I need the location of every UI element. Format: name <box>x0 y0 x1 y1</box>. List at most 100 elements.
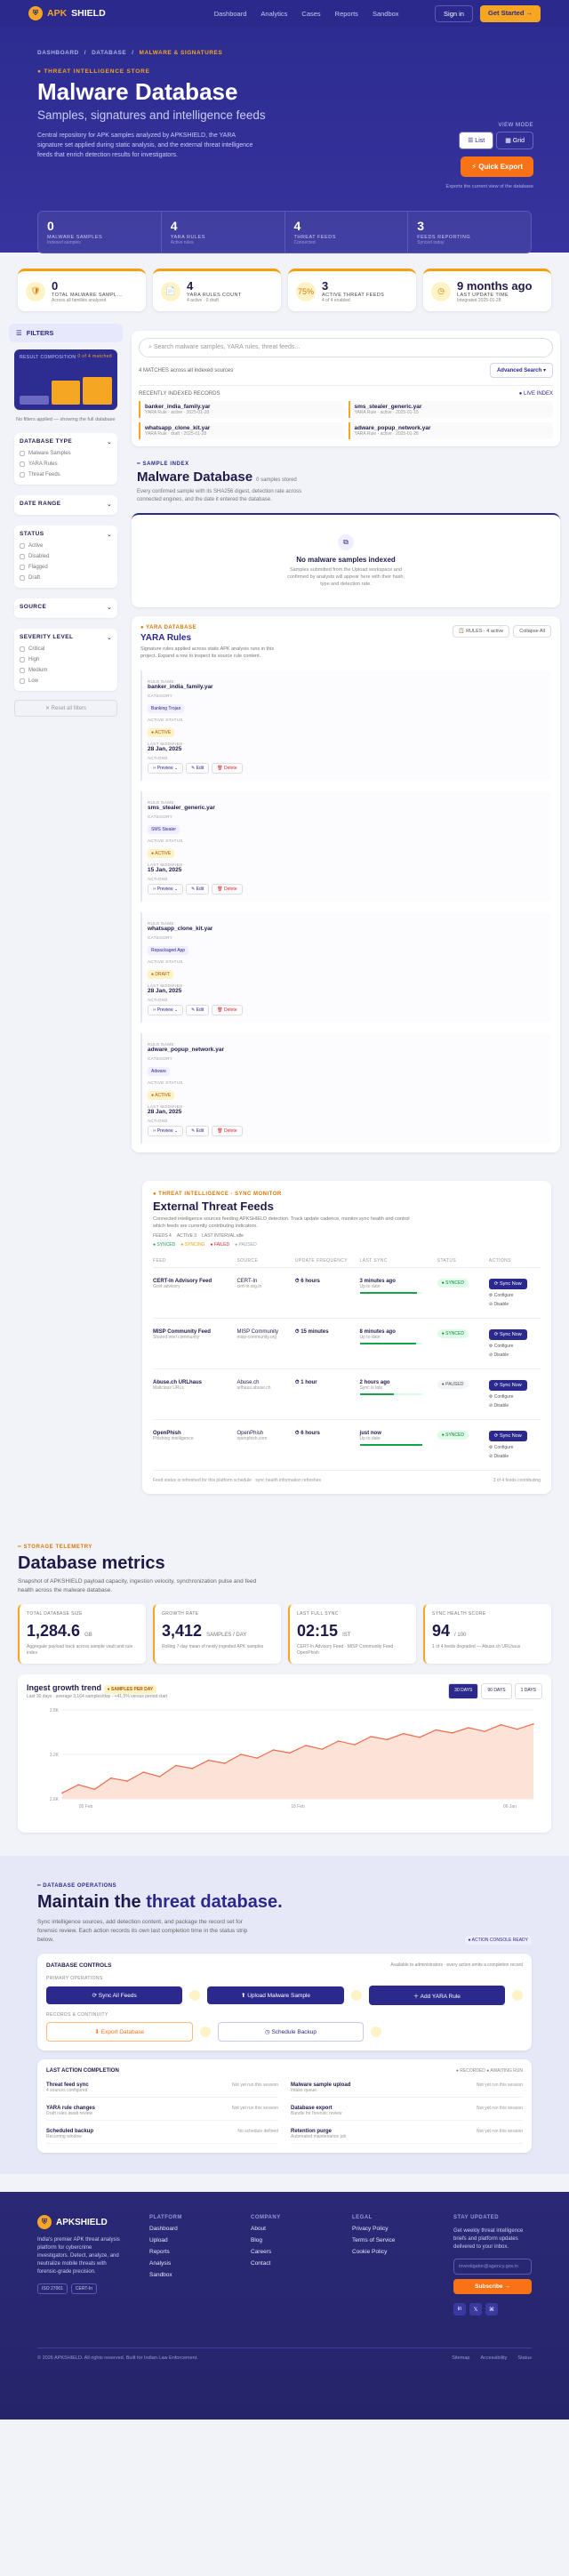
footer-link[interactable]: Blog <box>251 2237 325 2243</box>
brand-logo[interactable]: ⛨ APK SHIELD <box>28 6 106 20</box>
filter-option[interactable]: Draft <box>20 575 112 581</box>
filter-group-header[interactable]: SEVERITY LEVEL ⌄ <box>20 634 112 641</box>
sync-now-button[interactable]: ⟳ Sync Now <box>488 1380 527 1391</box>
checkbox[interactable] <box>20 461 25 467</box>
configure-button[interactable]: ⚙ Configure <box>489 1445 541 1450</box>
footer-link[interactable]: About <box>251 2226 325 2232</box>
filter-option[interactable]: Low <box>20 678 112 684</box>
nav-link[interactable]: Analytics <box>260 10 287 18</box>
range-tab[interactable]: 30 DAYS <box>448 1683 479 1699</box>
disable-button[interactable]: ⊘ Disable <box>489 1403 541 1408</box>
nav-link[interactable]: Sandbox <box>373 10 399 18</box>
quick-export-button[interactable]: ⚡ Quick Export <box>461 156 533 177</box>
subscribe-button[interactable]: Subscribe → <box>453 2279 532 2294</box>
recent-record[interactable]: adware_popup_network.yar YARA Rule · acti… <box>348 422 553 439</box>
configure-button[interactable]: ⚙ Configure <box>489 1394 541 1400</box>
checkbox[interactable] <box>20 451 25 456</box>
checkbox[interactable] <box>20 575 25 581</box>
configure-button[interactable]: ⚙ Configure <box>489 1344 541 1349</box>
footer-bottom-link[interactable]: Accessibility <box>480 2355 507 2361</box>
checkbox[interactable] <box>20 472 25 477</box>
filter-group-header[interactable]: SOURCE ⌄ <box>20 604 112 611</box>
ops-secondary-button[interactable]: ◷ Schedule Backup <box>217 2022 365 2042</box>
filter-option[interactable]: Malware Samples <box>20 451 112 456</box>
range-tab[interactable]: 90 DAYS <box>481 1683 512 1699</box>
filter-option[interactable]: Flagged <box>20 565 112 570</box>
disable-button[interactable]: ⊘ Disable <box>489 1454 541 1459</box>
collapse-all-button[interactable]: Collapse All <box>513 625 551 638</box>
checkbox[interactable] <box>20 565 25 570</box>
crumb-database[interactable]: DATABASE <box>92 50 126 56</box>
help-icon[interactable] <box>511 1990 523 2001</box>
filter-group-header[interactable]: DATE RANGE ⌄ <box>20 501 112 508</box>
recent-record[interactable]: whatsapp_clone_kit.yar YARA Rule · draft … <box>139 422 344 439</box>
checkbox[interactable] <box>20 554 25 559</box>
get-started-button[interactable]: Get Started → <box>479 4 541 22</box>
footer-link[interactable]: Privacy Policy <box>352 2226 427 2232</box>
filter-option[interactable]: Disabled <box>20 554 112 559</box>
recent-record[interactable]: banker_india_family.yar YARA Rule · activ… <box>139 401 344 418</box>
advanced-search-button[interactable]: Advanced Search ▾ <box>489 363 553 378</box>
delete-button[interactable]: 🗑 Delete <box>212 1005 243 1015</box>
edit-button[interactable]: ✎ Edit <box>186 1126 210 1136</box>
recent-record[interactable]: sms_stealer_generic.yar YARA Rule · activ… <box>348 401 553 418</box>
crumb-dashboard[interactable]: DASHBOARD <box>37 50 79 56</box>
ops-button[interactable]: ⬆ Upload Malware Sample <box>207 1986 344 2004</box>
footer-link[interactable]: Careers <box>251 2249 325 2255</box>
ops-button[interactable]: ＋ Add YARA Rule <box>368 1986 505 2005</box>
filter-option[interactable]: Critical <box>20 646 112 652</box>
checkbox[interactable] <box>20 543 25 549</box>
footer-link[interactable]: Terms of Service <box>352 2237 427 2243</box>
filter-option[interactable]: High <box>20 657 112 662</box>
disable-button[interactable]: ⊘ Disable <box>489 1352 541 1358</box>
filter-option[interactable]: Active <box>20 543 112 549</box>
preview-button[interactable]: ›› Preview ⌄ <box>148 1126 184 1136</box>
nav-link[interactable]: Dashboard <box>214 10 247 18</box>
help-icon[interactable] <box>189 1990 201 2001</box>
filter-group-header[interactable]: STATUS ⌄ <box>20 531 112 538</box>
footer-bottom-link[interactable]: Status <box>517 2355 532 2361</box>
sync-now-button[interactable]: ⟳ Sync Now <box>488 1431 527 1441</box>
checkbox[interactable] <box>20 657 25 662</box>
footer-link[interactable]: Reports <box>149 2249 224 2255</box>
ops-secondary-button[interactable]: ⬇ Export Database <box>46 2022 193 2042</box>
help-icon[interactable] <box>199 2026 211 2037</box>
ops-button[interactable]: ⟳ Sync All Feeds <box>46 1986 183 2004</box>
filter-option[interactable]: YARA Rules <box>20 461 112 467</box>
filter-option[interactable]: Threat Feeds <box>20 472 112 477</box>
footer-link[interactable]: Analysis <box>149 2260 224 2267</box>
help-icon[interactable] <box>350 1990 362 2001</box>
checkbox[interactable] <box>20 646 25 652</box>
configure-button[interactable]: ⚙ Configure <box>489 1293 541 1298</box>
search-input[interactable]: ⌕ Search malware samples, YARA rules, th… <box>139 338 553 357</box>
github-icon[interactable]: ⌘ <box>485 2303 498 2315</box>
signin-button[interactable]: Sign in <box>435 4 473 22</box>
footer-link[interactable]: Dashboard <box>149 2226 224 2232</box>
preview-button[interactable]: ›› Preview ⌄ <box>148 763 184 774</box>
checkbox[interactable] <box>20 668 25 673</box>
footer-link[interactable]: Contact <box>251 2260 325 2267</box>
delete-button[interactable]: 🗑 Delete <box>212 1126 243 1136</box>
sync-now-button[interactable]: ⟳ Sync Now <box>488 1329 527 1340</box>
email-field[interactable]: investigator@agency.gov.in <box>453 2259 532 2275</box>
checkbox[interactable] <box>20 678 25 684</box>
footer-bottom-link[interactable]: Sitemap <box>452 2355 469 2361</box>
preview-button[interactable]: ›› Preview ⌄ <box>148 884 184 895</box>
view-list-button[interactable]: ☰ List <box>459 132 494 149</box>
preview-button[interactable]: ›› Preview ⌄ <box>148 1005 184 1015</box>
help-icon[interactable] <box>371 2026 382 2037</box>
filter-option[interactable]: Medium <box>20 668 112 673</box>
edit-button[interactable]: ✎ Edit <box>186 763 210 774</box>
view-grid-button[interactable]: ▦ Grid <box>496 132 533 149</box>
nav-link[interactable]: Reports <box>335 10 358 18</box>
sync-now-button[interactable]: ⟳ Sync Now <box>488 1279 527 1289</box>
filters-header[interactable]: ☰ FILTERS <box>9 324 123 342</box>
delete-button[interactable]: 🗑 Delete <box>212 884 243 895</box>
twitter-icon[interactable]: 𝕏 <box>469 2303 482 2315</box>
edit-button[interactable]: ✎ Edit <box>186 1005 210 1015</box>
edit-button[interactable]: ✎ Edit <box>186 884 210 895</box>
disable-button[interactable]: ⊘ Disable <box>489 1302 541 1307</box>
reset-filters-button[interactable]: ✕ Reset all filters <box>14 700 117 717</box>
footer-link[interactable]: Upload <box>149 2237 224 2243</box>
delete-button[interactable]: 🗑 Delete <box>212 763 243 774</box>
